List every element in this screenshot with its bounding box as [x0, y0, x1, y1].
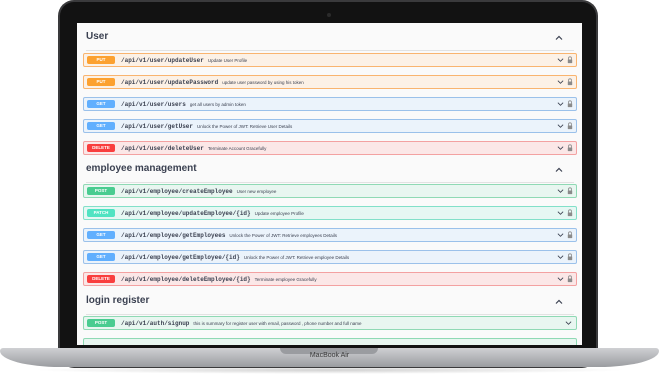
operation-path: /api/v1/user/updatePassword	[121, 79, 219, 86]
method-badge: POST	[87, 187, 115, 195]
lock-icon[interactable]	[567, 275, 573, 283]
operation-summary: Unlock the Power of JWT: Retrieve employ…	[243, 255, 350, 260]
operation-row[interactable]: GET /api/v1/user/getUser Unlock the Power…	[83, 119, 577, 133]
device-label: MacBook Air	[309, 352, 350, 359]
lock-icon[interactable]	[567, 78, 573, 86]
chevron-down-icon[interactable]	[557, 101, 564, 107]
method-badge: PUT	[87, 78, 115, 86]
lock-icon[interactable]	[567, 231, 573, 239]
operation-row[interactable]: GET /api/v1/employee/getEmployee/{id} Unl…	[83, 250, 577, 264]
operation-path-line: /api/v1/auth/signup this is summary for r…	[121, 319, 362, 328]
method-badge: GET	[87, 100, 115, 108]
chevron-down-icon[interactable]	[557, 145, 564, 151]
operation-path-line: /api/v1/employee/updateEmployee/{id} Upda…	[121, 209, 304, 218]
section-header-user[interactable]: User	[86, 28, 574, 51]
operation-row[interactable]: DELETE /api/v1/user/deleteUser Terminate …	[83, 141, 577, 155]
operation-row[interactable]: POST /api/v1/auth/signup this is summary …	[83, 316, 577, 330]
lock-icon[interactable]	[567, 187, 573, 195]
section-header-login[interactable]: login register	[86, 292, 574, 315]
operation-summary: Unlock the Power of JWT: Retrieve User D…	[197, 124, 293, 129]
operation-path-line: /api/v1/user/users get all users by admin…	[121, 100, 246, 109]
operation-summary: Update User Profile	[207, 58, 248, 63]
swagger-screen: User PUT /api/v1/user/updateUser Update U…	[77, 23, 582, 345]
chevron-down-icon[interactable]	[557, 57, 564, 63]
operation-path-line: /api/v1/user/updateUser Update User Profi…	[121, 56, 247, 65]
method-badge: DELETE	[87, 275, 115, 283]
method-badge: GET	[87, 122, 115, 130]
operation-summary: Terminate Account Gracefully	[207, 146, 267, 151]
chevron-down-icon[interactable]	[565, 320, 572, 326]
chevron-down-icon[interactable]	[557, 276, 564, 282]
lock-icon[interactable]	[567, 122, 573, 130]
lock-icon[interactable]	[567, 144, 573, 152]
section-title: User	[86, 31, 109, 42]
operation-path: /api/v1/user/users	[121, 101, 186, 108]
operation-row[interactable]: GET /api/v1/user/users get all users by a…	[83, 97, 577, 111]
section-header-employee[interactable]: employee management	[86, 160, 574, 183]
operation-path-line: /api/v1/user/deleteUser Terminate Account…	[121, 144, 266, 153]
chevron-down-icon[interactable]	[557, 188, 564, 194]
operation-row[interactable]: DELETE /api/v1/employee/deleteEmployee/{…	[83, 272, 577, 286]
section-title: login register	[86, 295, 150, 306]
operation-row[interactable]: PATCH /api/v1/employee/updateEmployee/{i…	[83, 206, 577, 220]
lock-icon[interactable]	[567, 100, 573, 108]
lock-icon[interactable]	[567, 253, 573, 261]
method-badge: DELETE	[87, 144, 115, 152]
operation-summary: Unlock the Power of JWT: Retrieve employ…	[229, 233, 337, 238]
operation-path-line: /api/v1/user/getUser Unlock the Power of …	[121, 122, 292, 131]
camera-dot	[327, 13, 331, 17]
operation-path: /api/v1/employee/updateEmployee/{id}	[121, 210, 251, 217]
operation-path: /api/v1/user/updateUser	[121, 57, 204, 64]
chevron-up-icon[interactable]	[554, 297, 564, 307]
operation-path: /api/v1/employee/createEmployee	[121, 188, 233, 195]
method-badge: POST	[87, 319, 115, 327]
lock-icon[interactable]	[567, 56, 573, 64]
operation-summary: User new employee	[236, 189, 277, 194]
section-title: employee management	[86, 163, 197, 174]
operation-row-partial[interactable]	[83, 338, 577, 345]
operation-row[interactable]: POST /api/v1/employee/createEmployee User…	[83, 184, 577, 198]
chevron-up-icon[interactable]	[554, 165, 564, 175]
operation-path-line: /api/v1/employee/getEmployee/{id} Unlock …	[121, 253, 349, 262]
operation-path: /api/v1/auth/signup	[121, 320, 190, 327]
operation-path-line: /api/v1/employee/createEmployee User new …	[121, 187, 276, 196]
chevron-up-icon[interactable]	[554, 33, 564, 43]
chevron-down-icon[interactable]	[557, 210, 564, 216]
method-badge: PUT	[87, 56, 115, 64]
method-badge: PATCH	[87, 209, 115, 217]
operation-row[interactable]: PUT /api/v1/user/updatePassword update us…	[83, 75, 577, 89]
operation-path: /api/v1/user/deleteUser	[121, 145, 204, 152]
operation-summary: this is summary for register user with e…	[193, 321, 362, 326]
operation-path-line: /api/v1/employee/getEmployees Unlock the …	[121, 231, 337, 240]
chevron-down-icon[interactable]	[557, 79, 564, 85]
chevron-down-icon[interactable]	[557, 232, 564, 238]
operation-summary: update user password by using his token	[222, 80, 304, 85]
operation-path: /api/v1/employee/deleteEmployee/{id}	[121, 276, 251, 283]
operation-path: /api/v1/employee/getEmployees	[121, 232, 226, 239]
operation-summary: get all users by admin token	[189, 102, 246, 107]
lock-icon[interactable]	[567, 209, 573, 217]
operation-path-line: /api/v1/user/updatePassword update user p…	[121, 78, 304, 87]
operation-row[interactable]: GET /api/v1/employee/getEmployees Unlock …	[83, 228, 577, 242]
operation-summary: Terminate employee Gracefully	[254, 277, 317, 282]
chevron-down-icon[interactable]	[557, 254, 564, 260]
operation-path-line: /api/v1/employee/deleteEmployee/{id} Term…	[121, 275, 317, 284]
method-badge: GET	[87, 231, 115, 239]
operation-summary: Update employee Profile	[254, 211, 304, 216]
operation-path: /api/v1/user/getUser	[121, 123, 194, 130]
operation-row[interactable]: PUT /api/v1/user/updateUser Update User P…	[83, 53, 577, 67]
chevron-down-icon[interactable]	[557, 123, 564, 129]
method-badge: GET	[87, 253, 115, 261]
operation-path: /api/v1/employee/getEmployee/{id}	[121, 254, 240, 261]
